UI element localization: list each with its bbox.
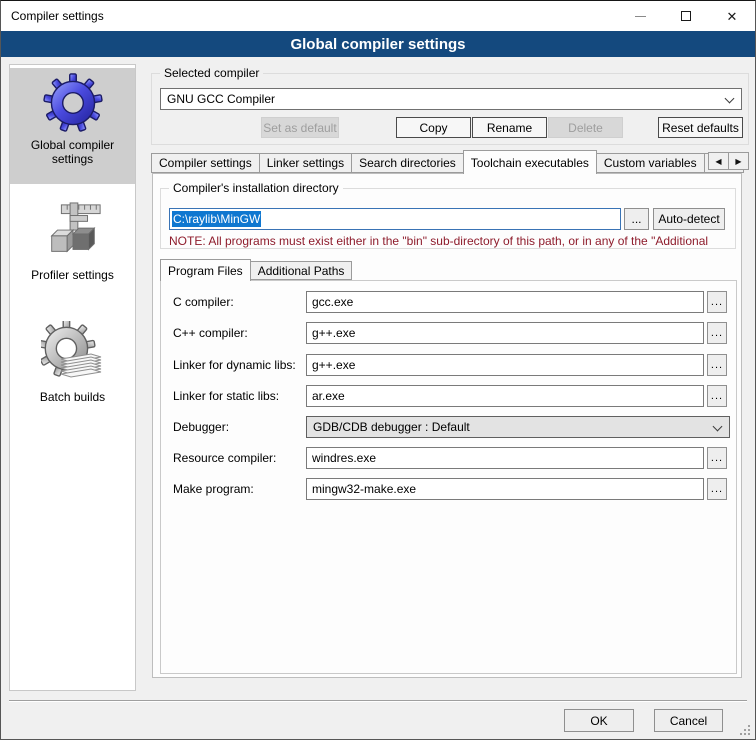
toolchain-executables-panel: Compiler's installation directory C:\ray… (152, 173, 742, 678)
tab-linker-settings[interactable]: Linker settings (259, 153, 352, 173)
tab-search-directories[interactable]: Search directories (351, 153, 464, 173)
chevron-down-icon (725, 94, 735, 104)
dynamic-linker-input[interactable] (306, 354, 704, 376)
debugger-label: Debugger: (173, 420, 229, 434)
browse-resource-compiler-button[interactable]: ... (707, 447, 727, 469)
c-compiler-input[interactable] (306, 291, 704, 313)
tab-scroll-arrows: ◀ ▶ (709, 152, 749, 170)
tab-scroll-left-button[interactable]: ◀ (708, 152, 729, 170)
resource-compiler-label: Resource compiler: (173, 451, 276, 465)
browse-make-program-button[interactable]: ... (707, 478, 727, 500)
browse-cpp-compiler-button[interactable]: ... (707, 322, 727, 344)
dialog-body: Global compiler settings (1, 57, 755, 739)
delete-button[interactable]: Delete (548, 117, 623, 138)
close-button[interactable]: ✕ (709, 1, 755, 31)
cpp-compiler-label: C++ compiler: (173, 326, 248, 340)
sidebar-item-label: Batch builds (40, 390, 105, 404)
window-title: Compiler settings (1, 9, 104, 23)
sidebar: Global compiler settings (9, 64, 136, 691)
static-linker-label: Linker for static libs: (173, 389, 279, 403)
compiler-select[interactable]: GNU GCC Compiler (160, 88, 742, 110)
form-row-make-program: Make program: ... (161, 478, 736, 500)
rename-button[interactable]: Rename (472, 117, 547, 138)
set-as-default-button[interactable]: Set as default (261, 117, 339, 138)
make-program-input[interactable] (306, 478, 704, 500)
gray-gear-stack-icon (41, 321, 105, 385)
installation-directory-input[interactable]: C:\raylib\MinGW (169, 208, 621, 230)
installation-directory-group: Compiler's installation directory C:\ray… (160, 188, 736, 249)
c-compiler-label: C compiler: (173, 295, 234, 309)
group-legend: Selected compiler (160, 66, 263, 80)
bin-note-text: NOTE: All programs must exist either in … (169, 234, 731, 248)
dynamic-linker-label: Linker for dynamic libs: (173, 358, 296, 372)
chevron-down-icon (713, 422, 723, 432)
form-row-debugger: Debugger: GDB/CDB debugger : Default (161, 416, 736, 438)
ok-button[interactable]: OK (564, 709, 634, 732)
browse-static-linker-button[interactable]: ... (707, 385, 727, 407)
auto-detect-button[interactable]: Auto-detect (653, 208, 725, 230)
debugger-select-value: GDB/CDB debugger : Default (313, 420, 470, 434)
copy-button[interactable]: Copy (396, 117, 471, 138)
browse-dynamic-linker-button[interactable]: ... (707, 354, 727, 376)
sidebar-item-batch-builds[interactable]: Batch builds (10, 316, 135, 410)
sidebar-item-global-compiler-settings[interactable]: Global compiler settings (10, 68, 135, 184)
cancel-button[interactable]: Cancel (654, 709, 723, 732)
caliper-icon (42, 201, 104, 263)
debugger-select[interactable]: GDB/CDB debugger : Default (306, 416, 730, 438)
footer-divider (9, 700, 747, 702)
tab-scroll-right-button[interactable]: ▶ (728, 152, 749, 170)
subtab-program-files[interactable]: Program Files (160, 259, 251, 281)
arrow-left-icon: ◀ (715, 157, 721, 166)
reset-defaults-button[interactable]: Reset defaults (658, 117, 743, 138)
maximize-icon (681, 11, 691, 21)
selected-path-text: C:\raylib\MinGW (172, 211, 261, 227)
selected-compiler-group: Selected compiler GNU GCC Compiler Set a… (151, 73, 749, 145)
blue-gear-icon (43, 73, 103, 133)
resource-compiler-input[interactable] (306, 447, 704, 469)
maximize-button[interactable] (663, 1, 709, 31)
program-files-panel: C compiler: ... C++ compiler: ... Linker… (160, 280, 737, 674)
subtab-additional-paths[interactable]: Additional Paths (250, 261, 353, 280)
group-legend: Compiler's installation directory (169, 181, 343, 195)
form-row-dynamic-linker: Linker for dynamic libs: ... (161, 354, 736, 376)
page-title: Global compiler settings (1, 31, 755, 57)
minimize-button[interactable] (617, 1, 663, 31)
titlebar: Compiler settings ✕ (1, 1, 755, 31)
window-controls: ✕ (617, 1, 755, 31)
sidebar-item-label: Profiler settings (31, 268, 114, 282)
compiler-select-value: GNU GCC Compiler (167, 92, 275, 106)
program-files-tabstrip: Program Files Additional Paths (160, 259, 352, 280)
form-row-resource-compiler: Resource compiler: ... (161, 447, 736, 469)
minimize-icon (635, 16, 646, 17)
resize-grip[interactable] (739, 724, 751, 736)
cpp-compiler-input[interactable] (306, 322, 704, 344)
form-row-c-compiler: C compiler: ... (161, 291, 736, 313)
make-program-label: Make program: (173, 482, 254, 496)
sidebar-item-label: Global compiler settings (14, 138, 131, 166)
form-row-cpp-compiler: C++ compiler: ... (161, 322, 736, 344)
tab-custom-variables[interactable]: Custom variables (596, 153, 705, 173)
arrow-right-icon: ▶ (735, 157, 741, 166)
compiler-settings-dialog: Compiler settings ✕ Global compiler sett… (0, 0, 756, 740)
sidebar-item-profiler-settings[interactable]: Profiler settings (10, 196, 135, 288)
tab-compiler-settings[interactable]: Compiler settings (151, 153, 260, 173)
form-row-static-linker: Linker for static libs: ... (161, 385, 736, 407)
tab-toolchain-executables[interactable]: Toolchain executables (463, 150, 597, 174)
close-icon: ✕ (727, 10, 738, 23)
browse-directory-button[interactable]: ... (624, 208, 649, 230)
browse-c-compiler-button[interactable]: ... (707, 291, 727, 313)
settings-tabstrip: Compiler settings Linker settings Search… (151, 150, 749, 173)
static-linker-input[interactable] (306, 385, 704, 407)
